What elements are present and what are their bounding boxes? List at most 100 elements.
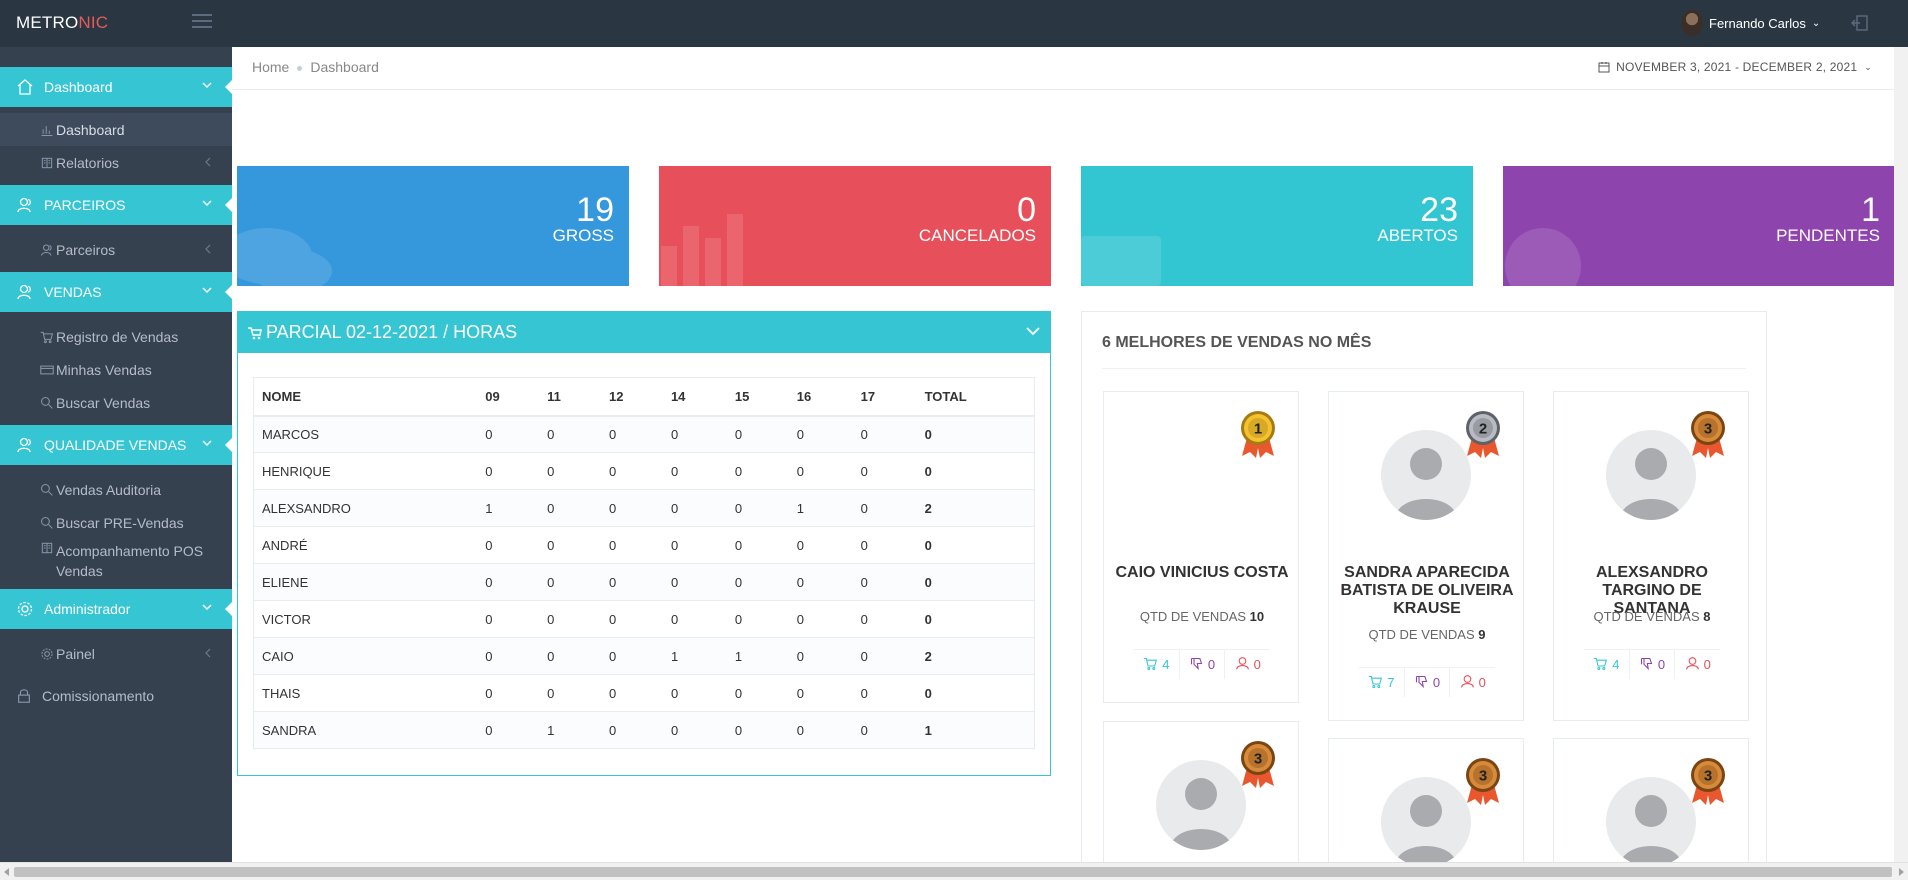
dislike-stat[interactable]: 0 <box>1180 650 1226 679</box>
dislike-stat[interactable]: 0 <box>1405 668 1451 697</box>
scroll-right-arrow-icon[interactable] <box>1899 868 1904 876</box>
sidebar-item[interactable]: Parceiros <box>0 233 232 266</box>
user-menu[interactable]: Fernando Carlos ⌄ <box>1681 10 1820 36</box>
table-row: VICTOR 0 0 0 0 0 0 0 0 <box>253 600 1035 638</box>
dislike-icon <box>1414 674 1433 692</box>
partial-hours-portlet: PARCIAL 02-12-2021 / HORAS NOME 09 11 12 14 1… <box>237 311 1051 776</box>
table-cell: 0 <box>916 452 1035 490</box>
table-cell: 0 <box>916 563 1035 601</box>
cart-stat[interactable]: 4 <box>1134 650 1180 679</box>
cart-icon <box>1081 236 1161 286</box>
sidebar-item[interactable]: Vendas Auditoria <box>0 473 232 506</box>
user-stat[interactable]: 0 <box>1225 650 1270 679</box>
column-header: TOTAL <box>916 377 1035 417</box>
sidebar-section-4[interactable]: Administrador <box>0 589 233 629</box>
logout-icon[interactable] <box>1851 14 1869 32</box>
cart-stat[interactable]: 7 <box>1359 668 1405 697</box>
tile-value: 0 <box>1017 191 1036 229</box>
scrollbar-thumb[interactable] <box>14 867 1892 877</box>
tile-cancelados[interactable]: 0 CANCELADOS <box>659 166 1051 286</box>
sidebar-section-0[interactable]: Dashboard <box>0 67 233 107</box>
table-cell: 0 <box>726 526 789 564</box>
bronze-medal-icon: 3 <box>1691 758 1725 805</box>
table-cell: 0 <box>662 489 727 527</box>
user-name: Fernando Carlos <box>1709 15 1806 31</box>
column-header: 11 <box>539 377 602 417</box>
sidebar-section-2[interactable]: VENDAS <box>0 272 233 312</box>
seller-card[interactable]: 3 <box>1553 738 1749 880</box>
avatar <box>1381 777 1471 867</box>
sidebar-item[interactable]: Minhas Vendas <box>0 353 232 386</box>
bronze-medal-icon: 3 <box>1466 758 1500 805</box>
cart-icon <box>1593 656 1612 674</box>
sidebar-item-label: Vendas Auditoria <box>56 481 162 498</box>
breadcrumb: Home Dashboard <box>252 59 379 75</box>
sidebar-item-label: Comissionamento <box>42 688 155 704</box>
seller-card[interactable]: 3 <box>1328 738 1524 880</box>
table-cell: ALEXSANDRO <box>253 489 478 527</box>
table-row: ANDRÉ 0 0 0 0 0 0 0 0 <box>253 526 1035 564</box>
user-stat[interactable]: 0 <box>1450 668 1495 697</box>
cart-stat[interactable]: 4 <box>1584 650 1630 679</box>
breadcrumb-home[interactable]: Home <box>252 59 289 75</box>
chevron-down-icon <box>202 287 212 294</box>
gold-medal-icon: 1 <box>1241 411 1275 458</box>
table-row: ALEXSANDRO 1 0 0 0 0 1 0 2 <box>253 489 1035 527</box>
sidebar-item-comissionamento[interactable]: Comissionamento <box>0 676 232 716</box>
column-header: NOME <box>253 377 478 417</box>
seller-card[interactable]: 2 SANDRA APARECIDA BATISTA DE OLIVEIRA KR… <box>1328 391 1524 721</box>
table-cell: 0 <box>477 452 540 490</box>
menu-toggle-icon[interactable] <box>192 14 212 30</box>
calendar-icon <box>1598 62 1610 73</box>
seller-card[interactable]: 3 <box>1103 721 1299 880</box>
column-header: 09 <box>477 377 540 417</box>
seller-card[interactable]: 1 CAIO VINICIUS COSTA QTD DE VENDAS 10 4 0 0 <box>1103 391 1299 703</box>
table-cell: 0 <box>852 600 917 638</box>
tile-pendentes[interactable]: 1 PENDENTES <box>1503 166 1895 286</box>
sidebar-item[interactable]: Buscar Vendas <box>0 386 232 419</box>
seller-name: SANDRA APARECIDA BATISTA DE OLIVEIRA KRA… <box>1340 564 1514 617</box>
user-stat[interactable]: 0 <box>1675 650 1720 679</box>
logo[interactable]: METRONIC <box>16 13 108 33</box>
gear-icon <box>40 647 54 661</box>
sidebar-item[interactable]: Registro de Vendas <box>0 320 232 353</box>
sidebar-item[interactable]: Painel <box>0 637 232 670</box>
sidebar-section-1[interactable]: PARCEIROS <box>0 185 233 225</box>
vertical-scrollbar[interactable] <box>1894 47 1908 862</box>
bronze-medal-icon: 3 <box>1241 741 1275 788</box>
sidebar-item-label: Painel <box>56 645 95 662</box>
table-cell: 0 <box>601 452 663 490</box>
date-range-picker[interactable]: NOVEMBER 3, 2021 - DECEMBER 2, 2021 ⌄ <box>1598 60 1872 74</box>
scroll-left-arrow-icon[interactable] <box>4 868 9 876</box>
table-cell: 0 <box>726 452 789 490</box>
chevron-down-icon[interactable] <box>1026 326 1040 336</box>
bar-chart-icon <box>661 214 743 286</box>
sidebar-item-label: Buscar Vendas <box>56 394 151 411</box>
users-icon <box>16 283 34 301</box>
table-cell: 0 <box>477 563 540 601</box>
search-icon <box>40 483 54 497</box>
table-cell: 0 <box>916 674 1035 712</box>
dislike-stat[interactable]: 0 <box>1630 650 1676 679</box>
cart-icon <box>1368 674 1387 692</box>
table-cell: 0 <box>788 711 853 749</box>
sidebar-item-label: Parceiros <box>56 241 116 258</box>
sidebar-item[interactable]: Buscar PRE-Vendas <box>0 506 232 539</box>
sidebar-item[interactable]: Acompanhamento POS Vendas <box>0 539 232 583</box>
tile-gross[interactable]: 19 GROSS <box>237 166 629 286</box>
sidebar-section-3[interactable]: QUALIDADE VENDAS <box>0 425 233 465</box>
sidebar-section-label: QUALIDADE VENDAS <box>44 437 187 453</box>
horizontal-scrollbar[interactable] <box>0 862 1908 880</box>
chevron-down-icon: ⌄ <box>1864 61 1872 72</box>
table-cell: 0 <box>788 452 853 490</box>
sidebar-item[interactable]: Dashboard <box>0 113 232 146</box>
seller-card[interactable]: 3 ALEXSANDRO TARGINO DE SANTANA QTD DE VEN… <box>1553 391 1749 721</box>
table-row: MARCOS 0 0 0 0 0 0 0 0 <box>253 415 1035 453</box>
table-cell: 0 <box>539 674 602 712</box>
sidebar: Dashboard Dashboard Relatorios PARCEIROS Par… <box>0 47 233 880</box>
sidebar-item[interactable]: Relatorios <box>0 146 232 179</box>
table-row: CAIO 0 0 0 1 1 0 0 2 <box>253 637 1035 675</box>
table-cell: 0 <box>539 526 602 564</box>
column-header: 14 <box>662 377 727 417</box>
tile-abertos[interactable]: 23 ABERTOS <box>1081 166 1473 286</box>
